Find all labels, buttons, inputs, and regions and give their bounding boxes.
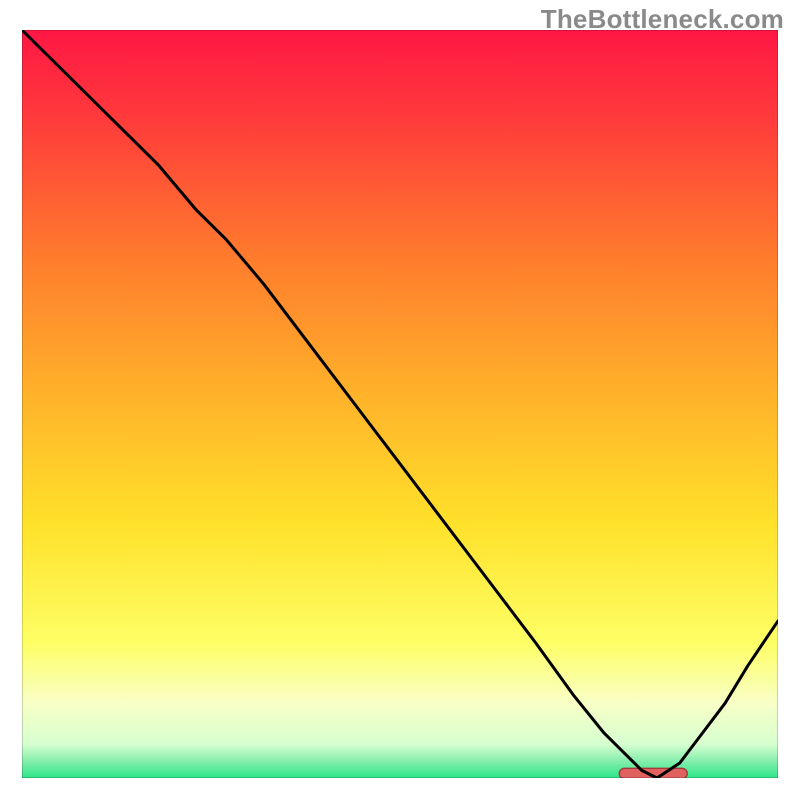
- chart-container: TheBottleneck.com: [0, 0, 800, 800]
- plot-svg: [22, 30, 778, 778]
